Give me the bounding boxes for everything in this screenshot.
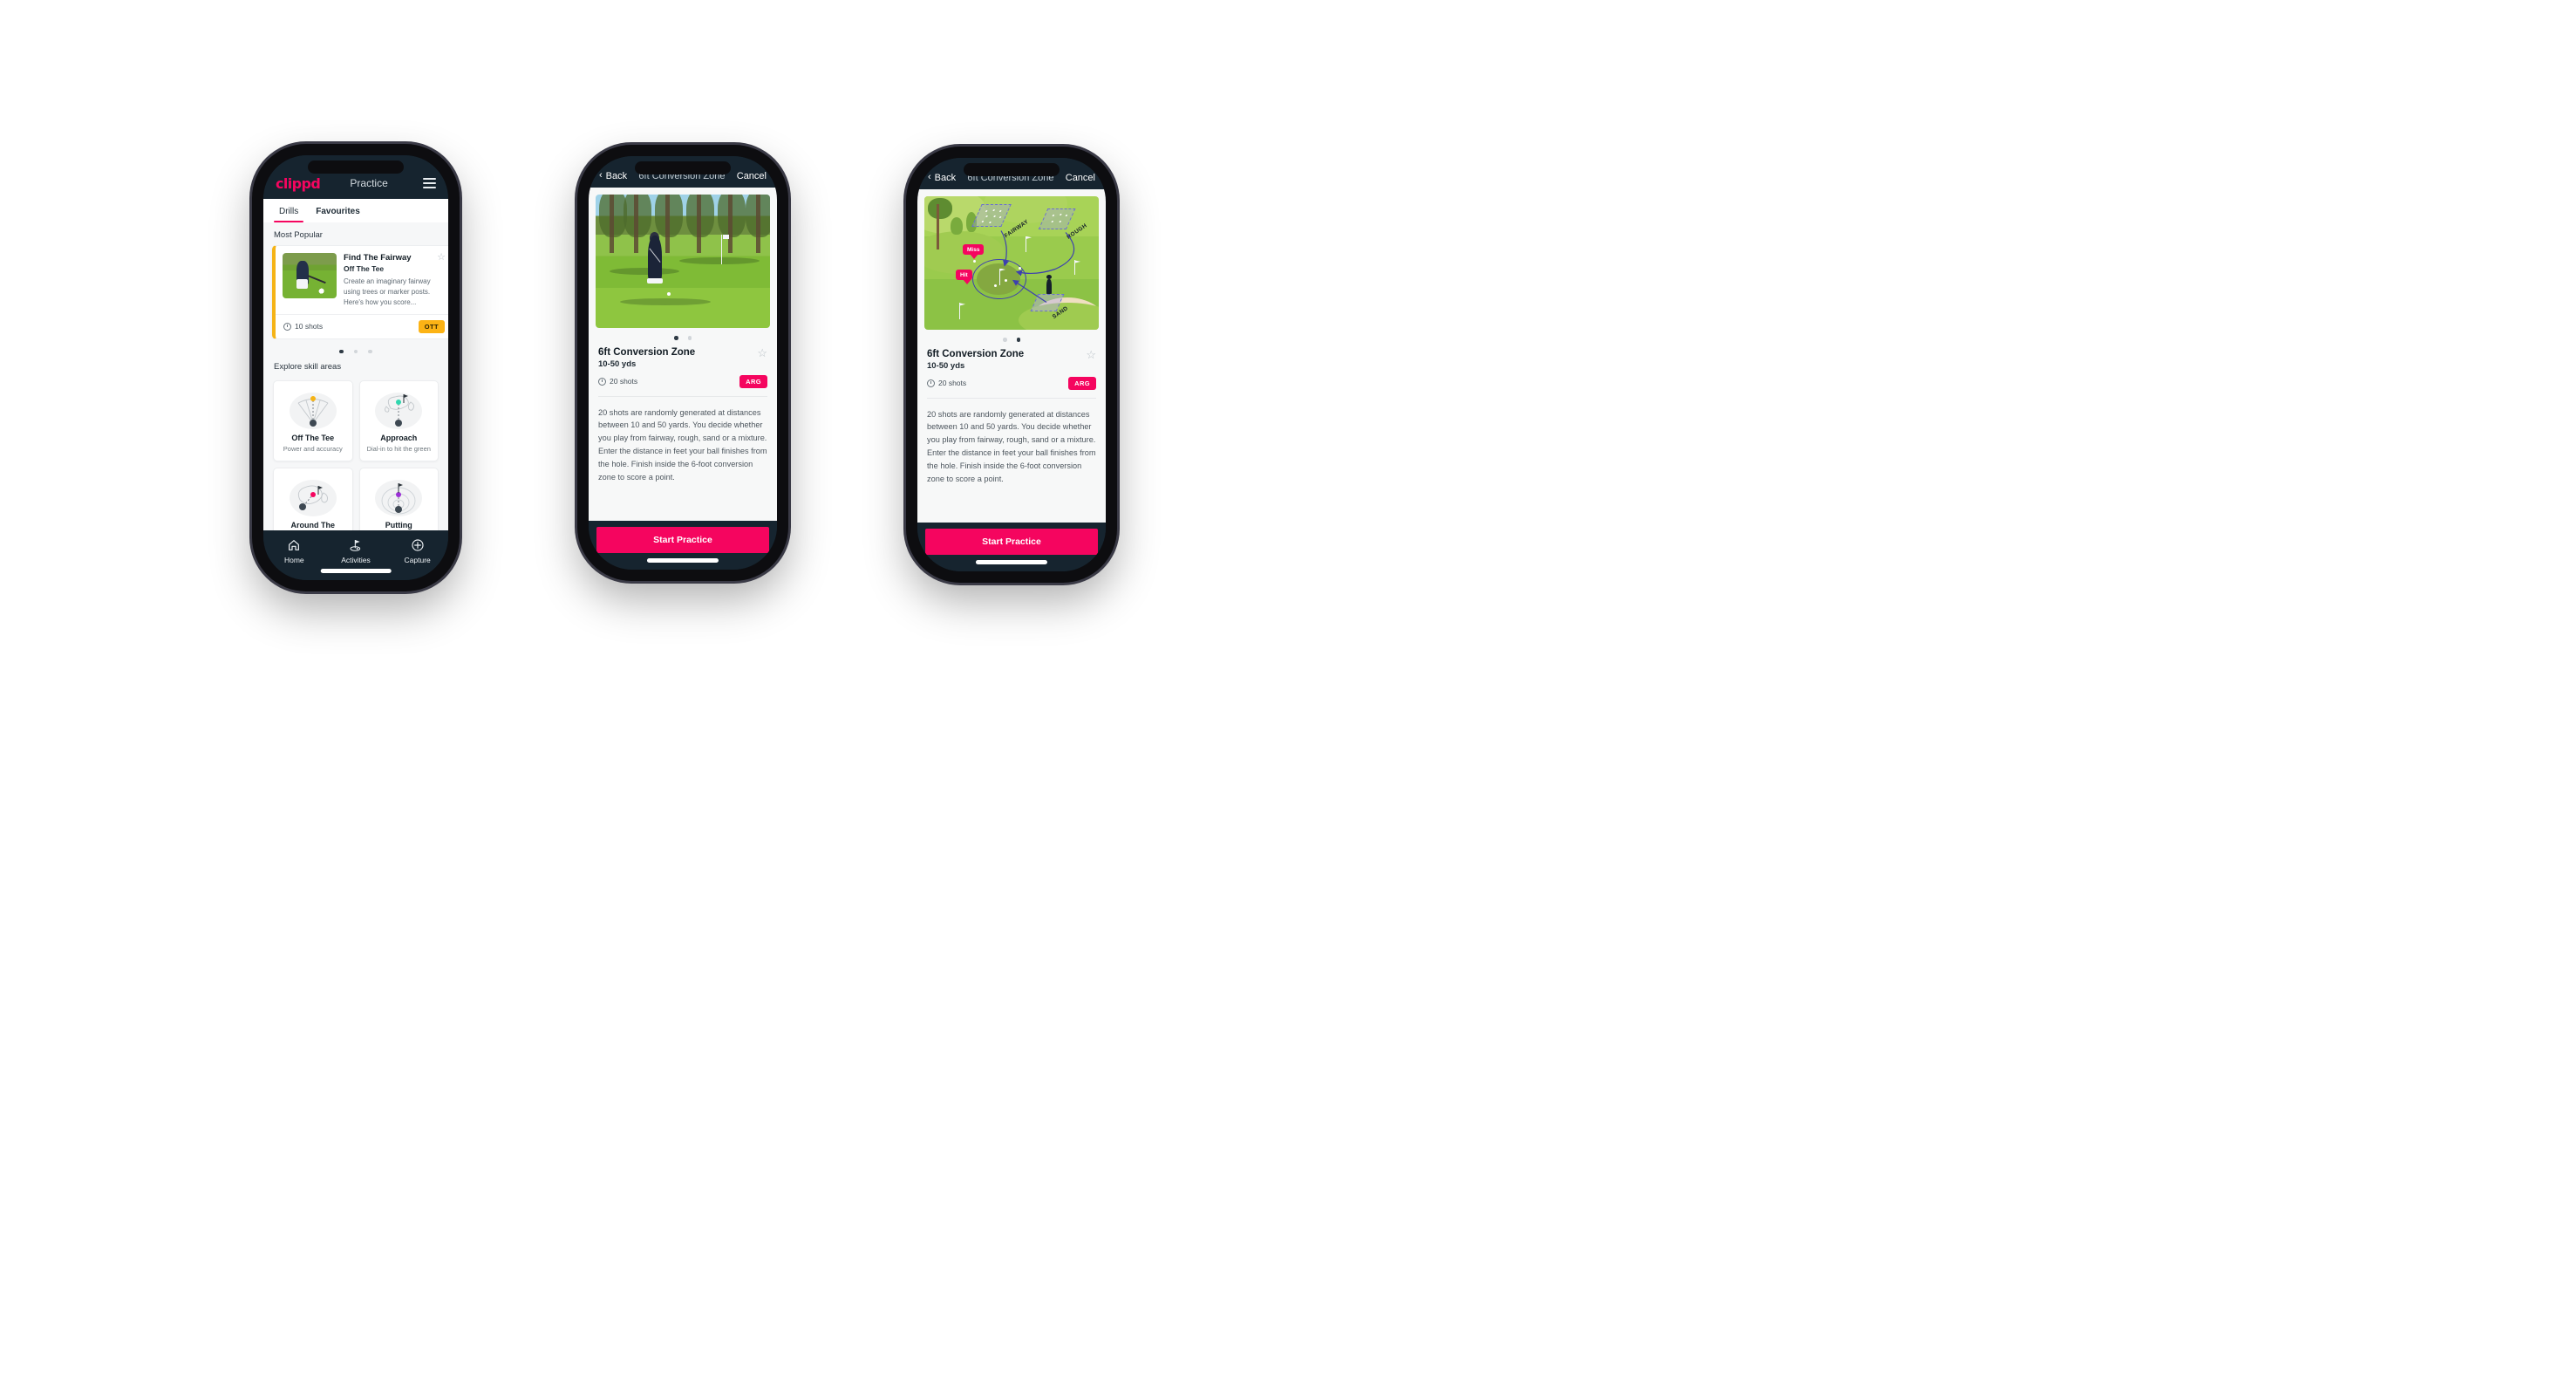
skill-title: Approach <box>380 434 418 443</box>
skill-card-around-the-green[interactable]: Around The Green Hone your short game <box>273 468 353 530</box>
clippd-logo: clippd <box>276 174 321 192</box>
pin-icon <box>959 303 961 319</box>
golf-flag-icon <box>350 540 361 551</box>
status-badge: ARG <box>1068 376 1096 390</box>
star-outline-icon[interactable]: ☆ <box>437 253 446 263</box>
drill-description: 20 shots are randomly generated at dista… <box>927 409 1096 484</box>
drill-carousel[interactable]: Find The Fairway ☆ Off The Tee Create an… <box>263 245 448 339</box>
carousel-dot-2[interactable] <box>353 349 358 354</box>
home-indicator <box>646 558 719 563</box>
hit-tag: Hit <box>956 270 972 285</box>
skill-card-off-the-tee[interactable]: Off The Tee Power and accuracy <box>273 380 353 462</box>
skill-description: Power and accuracy <box>283 445 343 454</box>
start-practice-button[interactable]: Start Practice <box>925 529 1098 555</box>
tab-favourites[interactable]: Favourites <box>307 199 369 222</box>
skill-title: Around The Green <box>290 521 336 530</box>
carousel-dot-2[interactable] <box>687 336 692 340</box>
dynamic-island <box>308 161 404 174</box>
nav-item-capture[interactable]: Capture <box>386 538 448 564</box>
drill-title: 6ft Conversion Zone <box>927 348 1025 359</box>
shots-count: 20 shots <box>927 379 966 387</box>
plus-circle-icon <box>412 539 424 551</box>
chevron-left-icon: ‹ <box>928 172 931 182</box>
course-diagram: FAIRWAY ROUGH SAND Miss Hit <box>924 196 1099 330</box>
carousel-dot-3[interactable] <box>368 349 372 354</box>
home-icon <box>289 540 300 550</box>
putting-rings-icon <box>365 477 433 519</box>
miss-tag: Miss <box>963 244 985 260</box>
clock-icon <box>927 379 935 387</box>
carousel-dot-1[interactable] <box>339 349 344 354</box>
drill-yardage: 10-50 yds <box>927 360 965 371</box>
media-carousel-dots <box>917 330 1106 347</box>
clock-icon <box>283 322 291 331</box>
drill-yardage: 10-50 yds <box>598 359 637 369</box>
back-button[interactable]: ‹ Back <box>599 171 627 181</box>
media-carousel-dots <box>589 328 777 345</box>
carousel-dot-1[interactable] <box>1003 338 1007 342</box>
status-badge: OTT <box>418 319 445 333</box>
shots-count: 10 shots <box>283 322 323 331</box>
nav-item-activities[interactable]: Activities <box>325 538 387 564</box>
course-photo <box>596 195 770 328</box>
tee-fan-icon <box>279 390 347 432</box>
carousel-dots <box>263 339 448 363</box>
skill-card-approach[interactable]: Approach Dial-in to hit the green <box>358 380 439 462</box>
dynamic-island <box>964 163 1060 176</box>
drill-media-illustration[interactable]: FAIRWAY ROUGH SAND Miss Hit <box>924 196 1099 330</box>
clock-icon <box>598 377 606 386</box>
star-outline-icon[interactable]: ☆ <box>1086 349 1096 360</box>
shot-path-arrows <box>1000 230 1075 304</box>
carousel-dot-2[interactable] <box>1016 338 1020 342</box>
pin-icon <box>1074 260 1076 276</box>
shots-count: 20 shots <box>598 377 637 386</box>
skill-title: Off The Tee <box>291 434 335 443</box>
skill-title: Putting <box>385 521 412 530</box>
drill-description: 20 shots are randomly generated at dista… <box>598 407 767 482</box>
most-popular-label: Most Popular <box>274 230 323 240</box>
skill-description: Dial-in to hit the green <box>366 445 431 454</box>
pin-icon <box>999 268 1001 286</box>
nav-label: Home <box>283 556 304 564</box>
carousel-dot-1[interactable] <box>674 336 678 340</box>
around-green-icon <box>279 477 347 519</box>
hamburger-icon[interactable] <box>423 178 436 188</box>
drill-media-photo[interactable] <box>596 195 770 328</box>
tab-drills[interactable]: Drills <box>270 199 307 222</box>
phone-2-drill-detail-photo: ‹ Back 6ft Conversion Zone Cancel 6ft Co… <box>577 145 788 581</box>
cancel-button[interactable]: Cancel <box>1066 173 1095 183</box>
phone-3-drill-detail-illustration: ‹ Back 6ft Conversion Zone Cancel FAIRWA… <box>906 147 1117 583</box>
drill-thumbnail <box>283 253 337 298</box>
skill-card-putting[interactable]: Putting Make and lag practice <box>358 468 439 530</box>
back-label: Back <box>605 170 628 181</box>
back-label: Back <box>934 172 957 183</box>
home-indicator <box>320 569 392 573</box>
tab-bar: Drills Favourites <box>263 199 448 222</box>
drill-category: Off The Tee <box>344 263 385 273</box>
drill-title: 6ft Conversion Zone <box>598 346 696 358</box>
screenshot-canvas: clippd Practice Drills Favourites Most P… <box>0 0 2576 1387</box>
page-title: Practice <box>350 177 388 189</box>
start-practice-button[interactable]: Start Practice <box>596 527 769 553</box>
chevron-left-icon: ‹ <box>599 170 603 181</box>
explore-skill-areas-label: Explore skill areas <box>274 362 342 372</box>
back-button[interactable]: ‹ Back <box>928 173 956 183</box>
skill-area-grid: Off The Tee Power and accuracy Approach … <box>263 377 448 530</box>
drill-title: Find The Fairway <box>344 253 412 263</box>
phone-1-practice-list: clippd Practice Drills Favourites Most P… <box>252 144 460 591</box>
nav-label: Activities <box>341 556 371 564</box>
nav-label: Capture <box>404 556 431 564</box>
drill-description: Create an imaginary fairway using trees … <box>344 277 431 306</box>
cancel-button[interactable]: Cancel <box>737 171 767 181</box>
home-indicator <box>975 560 1048 564</box>
status-badge: ARG <box>739 374 767 388</box>
nav-item-home[interactable]: Home <box>263 538 325 564</box>
approach-green-icon <box>365 390 433 432</box>
drill-card-find-the-fairway[interactable]: Find The Fairway ☆ Off The Tee Create an… <box>272 245 448 339</box>
star-outline-icon[interactable]: ☆ <box>757 347 767 359</box>
dynamic-island <box>635 161 731 174</box>
